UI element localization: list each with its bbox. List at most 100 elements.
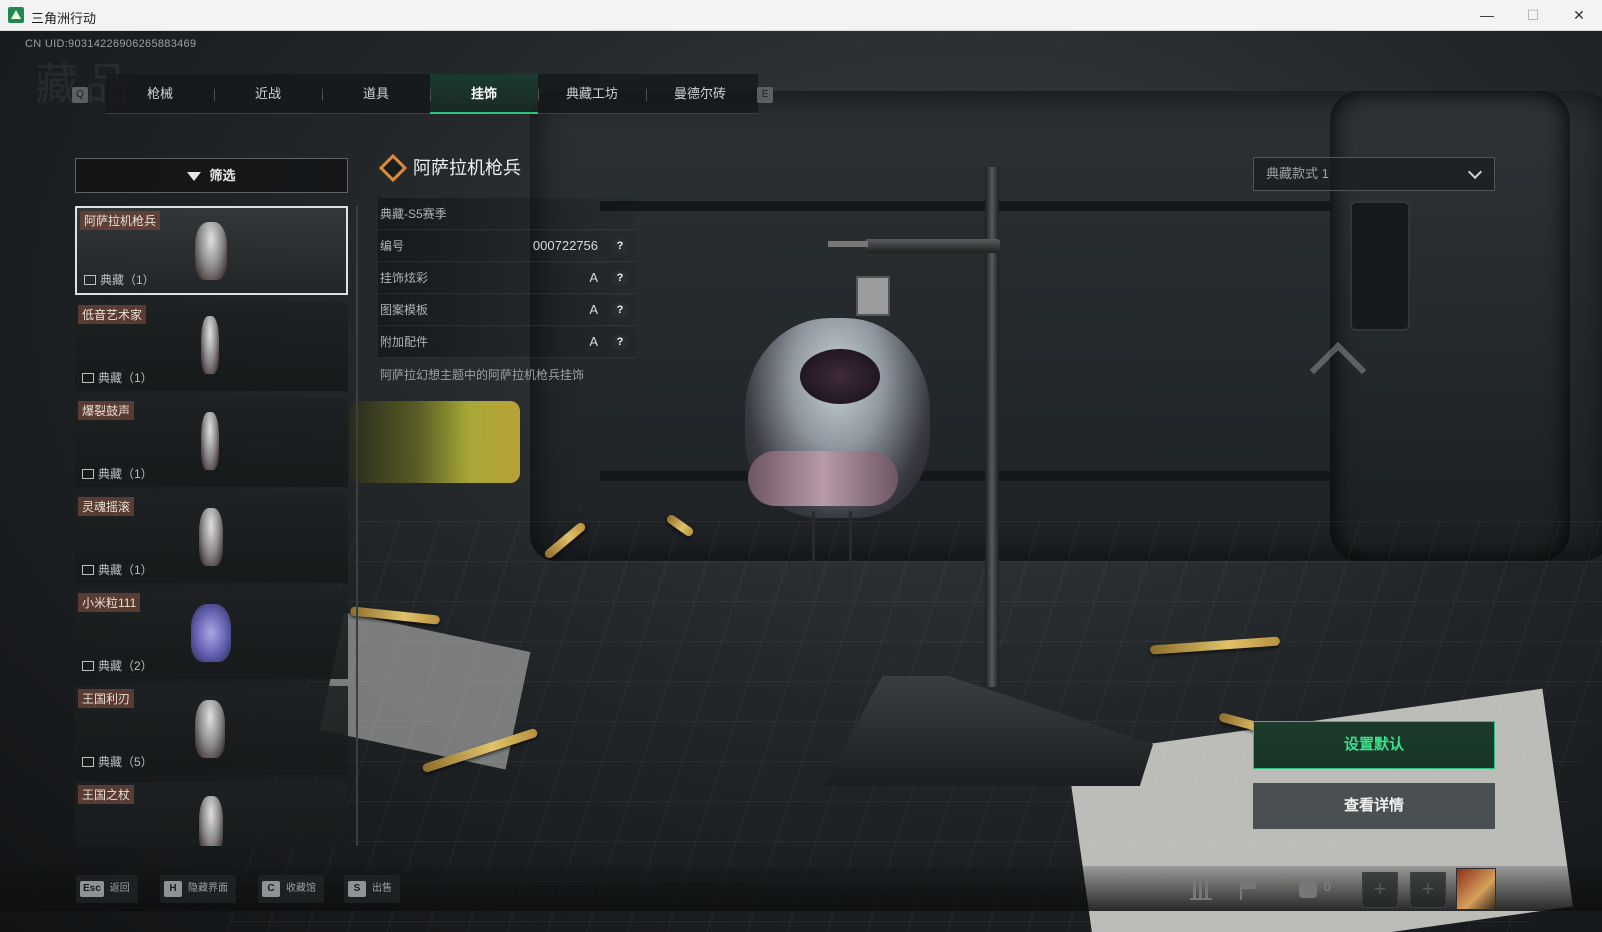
item-name: 王国之杖 [78,785,135,804]
hint-key: H [164,881,182,897]
category-tabs: 枪械 近战 道具 挂饰 典藏工坊 曼德尔砖 [106,74,758,114]
season-label: 典藏-S5赛季 [380,207,447,221]
item-name: 低音艺术家 [78,305,147,324]
flag-icon[interactable] [1240,878,1262,900]
view-details-button[interactable]: 查看详情 [1253,783,1495,829]
row-value: A [589,334,598,349]
hint-label: 收藏馆 [286,883,316,894]
tab-items[interactable]: 道具 [322,74,430,114]
list-item[interactable]: 阿萨拉机枪兵 典藏（1） [75,206,348,295]
item-name: 阿萨拉机枪兵 [80,211,161,230]
window-title: 三角洲行动 [31,11,97,26]
item-tag: 典藏（5） [82,753,153,770]
item-tag-label: 典藏（2） [98,659,153,673]
tab-collection-workshop[interactable]: 典藏工坊 [538,74,646,114]
player-avatar[interactable] [1456,868,1496,910]
detail-row-attachment: 附加配件 A ? [378,326,636,358]
style-dropdown[interactable]: 典藏款式 1 [1253,157,1495,191]
detail-title: 阿萨拉机枪兵 [383,154,521,180]
item-tag-label: 典藏（1） [98,467,153,481]
filter-label: 筛选 [209,168,236,183]
item-tag-label: 典藏（1） [100,273,155,287]
detail-properties: 典藏-S5赛季 编号 000722756 ? 挂饰炫彩 A ? 图案模板 A ?… [378,198,636,358]
hint-label: 出售 [372,883,392,894]
help-icon[interactable]: ? [612,270,628,286]
detail-season: 典藏-S5赛季 [378,198,636,230]
friend-count: 0 [1324,880,1331,894]
detail-title-text: 阿萨拉机枪兵 [413,158,521,178]
list-item[interactable]: 王国之杖 [75,782,348,846]
item-thumbnail [199,508,223,566]
collection-icon [82,469,94,479]
charm-list[interactable]: 阿萨拉机枪兵 典藏（1） 低音艺术家 典藏（1） 爆裂鼓声 典藏（1） 灵魂摇滚… [75,206,348,846]
item-name: 王国利刃 [78,689,135,708]
item-tag: 典藏（1） [84,271,155,288]
player-uid: CN UID:9031422690626588346​9 [25,38,197,50]
charm-helmet-visor [800,349,880,404]
row-label: 图案模板 [380,303,429,317]
item-name: 爆裂鼓声 [78,401,135,420]
minimize-button[interactable]: — [1464,0,1510,31]
help-icon[interactable]: ? [612,238,628,254]
item-thumbnail [201,412,219,470]
help-icon[interactable]: ? [612,334,628,350]
tab-mandel-brick[interactable]: 曼德尔砖 [646,74,754,114]
detail-row-serial: 编号 000722756 ? [378,230,636,262]
team-slot-button[interactable]: + [1362,872,1398,908]
set-default-button[interactable]: 设置默认 [1253,721,1495,769]
item-tag-label: 典藏（1） [98,563,153,577]
filter-button[interactable]: 筛选 [75,158,348,193]
close-button[interactable]: ✕ [1556,0,1602,31]
collection-icon [82,373,94,383]
row-value: A [589,270,598,285]
item-thumbnail [195,222,227,280]
item-tag: 典藏（2） [82,657,153,674]
stats-icon[interactable] [1190,878,1212,900]
detail-row-color: 挂饰炫彩 A ? [378,262,636,294]
row-label: 附加配件 [380,335,429,349]
stand-arm [865,239,1000,253]
item-tag-label: 典藏（5） [98,755,153,769]
chevron-down-icon [1467,164,1483,180]
list-item[interactable]: 低音艺术家 典藏（1） [75,302,348,391]
hint-sell[interactable]: S 出售 [344,875,400,903]
hint-key: C [262,881,280,897]
hint-label: 返回 [109,883,130,894]
friends-icon[interactable] [1299,878,1317,898]
filter-icon [187,172,202,182]
list-item[interactable]: 爆裂鼓声 典藏（1） [75,398,348,487]
oil-bottle-prop [350,401,520,483]
team-slot-button[interactable]: + [1410,872,1446,908]
charm-legs [812,511,852,591]
style-dropdown-value: 典藏款式 1 [1266,166,1329,181]
help-icon[interactable]: ? [612,302,628,318]
tab-charms[interactable]: 挂饰 [430,74,538,114]
tab-guns[interactable]: 枪械 [106,74,214,114]
hint-key: S [348,881,366,897]
charm-gun-arm [748,451,898,506]
next-tab-key[interactable]: E [757,87,773,103]
list-item[interactable]: 王国利刃 典藏（5） [75,686,348,775]
row-label: 挂饰炫彩 [380,271,429,285]
window-titlebar: 三角洲行动 — ☐ ✕ [0,0,1602,31]
tab-melee[interactable]: 近战 [214,74,322,114]
row-value: 000722756 [532,238,598,253]
hint-back[interactable]: Esc 返回 [76,875,138,903]
list-item[interactable]: 小米粒111 典藏（2） [75,590,348,679]
collection-icon [82,565,94,575]
list-scrollbar[interactable] [356,206,358,846]
prev-tab-key[interactable]: Q [72,87,88,103]
stand-spike [828,241,868,247]
charm-hanger [856,276,890,316]
maximize-button[interactable]: ☐ [1510,0,1556,31]
detail-description: 阿萨拉幻想主题中的阿萨拉机枪兵挂饰 [380,368,585,382]
item-tag-label: 典藏（1） [98,371,153,385]
row-label: 编号 [380,239,405,253]
hint-key: Esc [80,881,104,897]
case-latch [1350,201,1410,331]
hint-collection-hall[interactable]: C 收藏馆 [258,875,324,903]
hint-hide-ui[interactable]: H 隐藏界面 [160,875,236,903]
list-item[interactable]: 灵魂摇滚 典藏（1） [75,494,348,583]
collection-icon [84,275,96,285]
collection-icon [82,661,94,671]
